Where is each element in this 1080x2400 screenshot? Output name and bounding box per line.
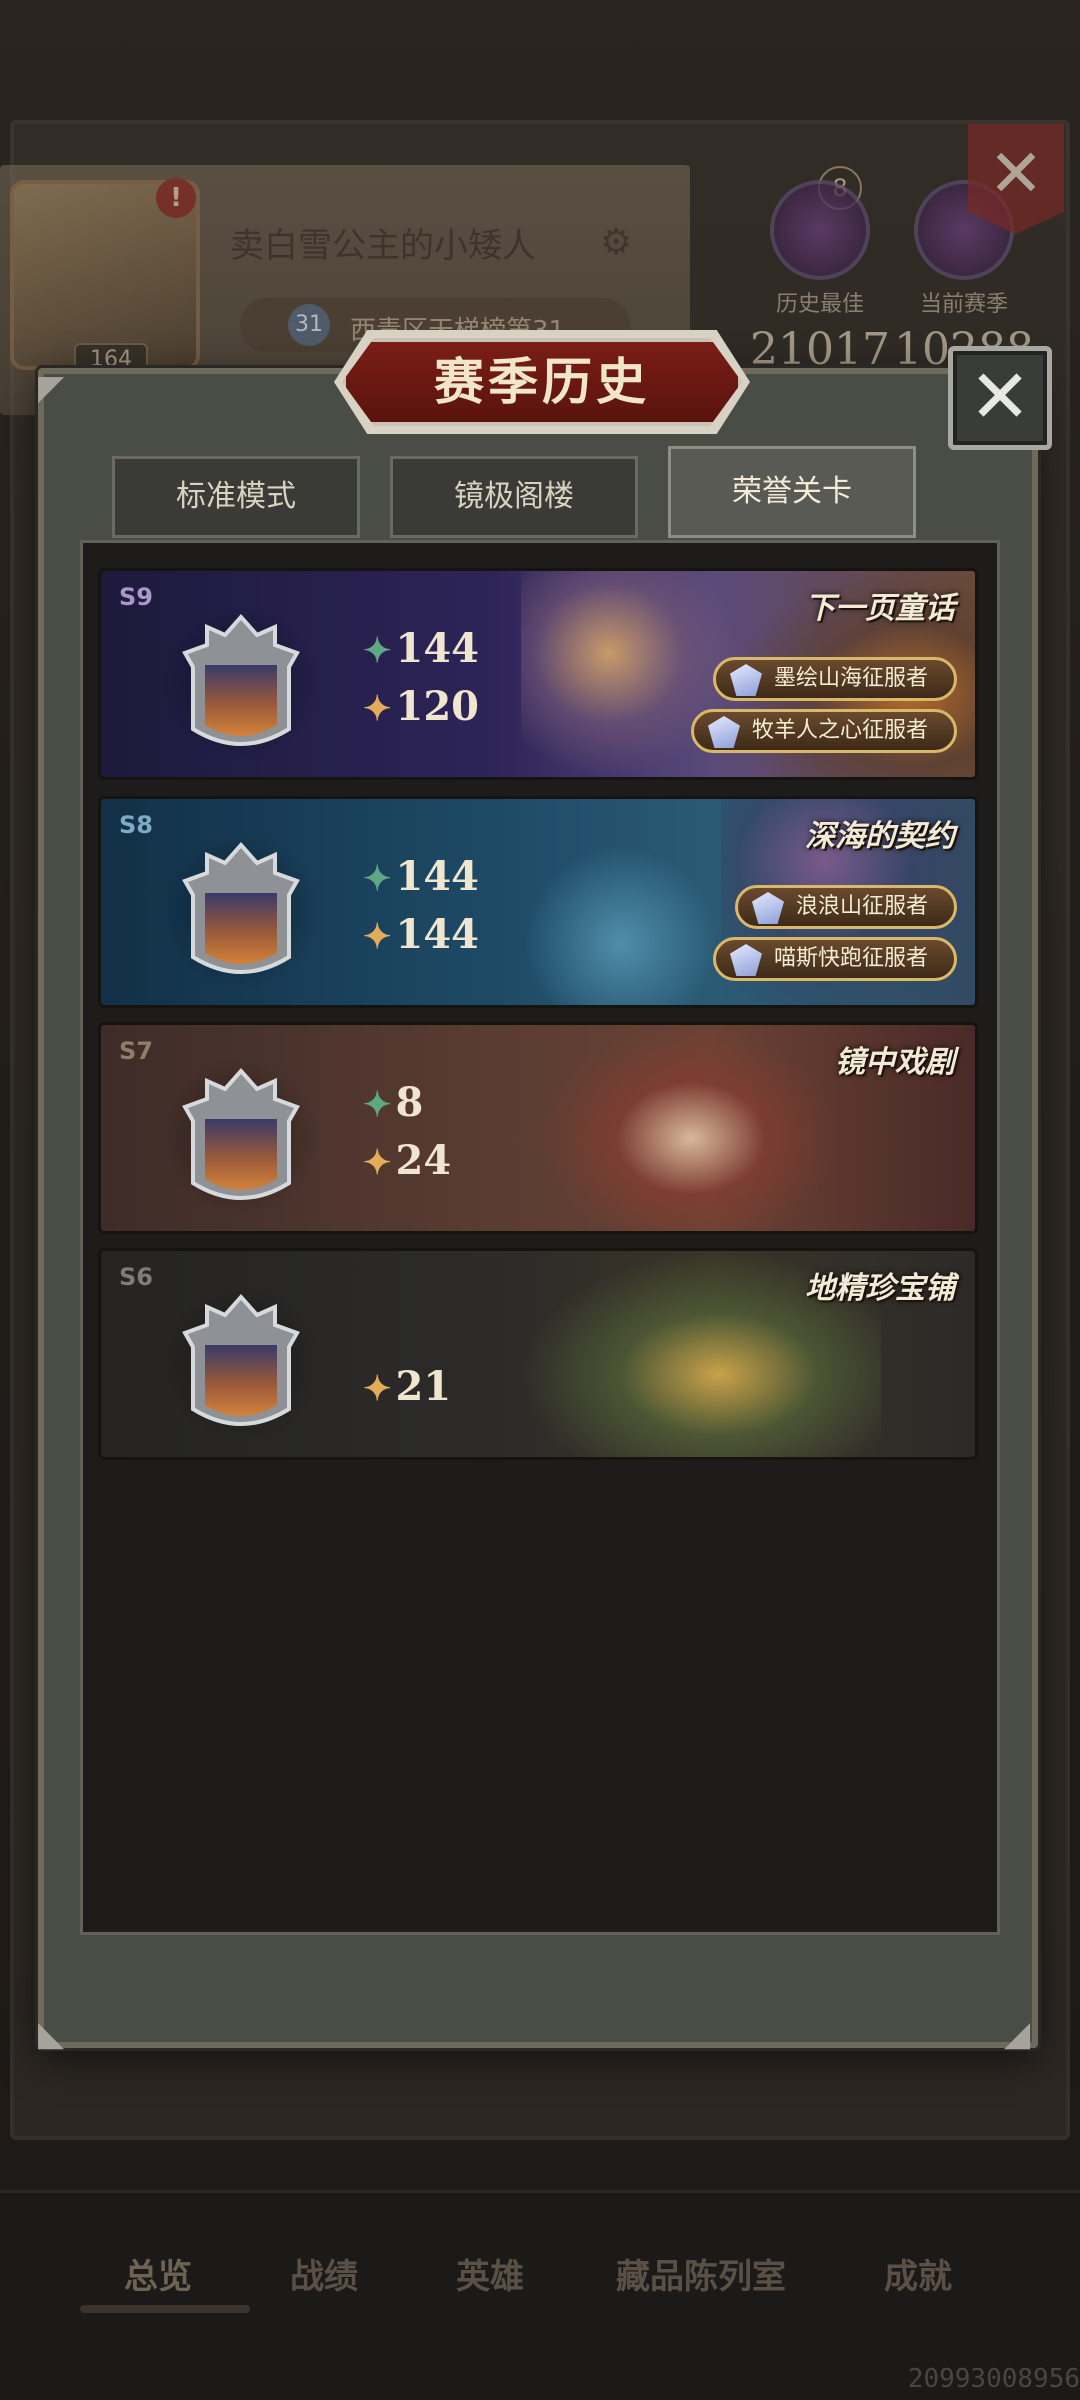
corner-ornament-icon: ◣ [38,2014,65,2054]
stat-green: ✦ 8 [363,1079,424,1126]
season-card-s6[interactable]: S6 ✦ 21 地精珍宝铺 [98,1248,978,1460]
rank-shield-icon [182,1067,300,1200]
gear-icon[interactable]: ⚙ [600,222,632,263]
stat-green: ✦ 144 [363,625,479,672]
rank-shield-icon [182,613,300,746]
sparkle-green-icon: ✦ [363,631,392,671]
user-id: 20993008956 [907,2364,1080,2394]
sparkle-green-icon: ✦ [363,859,392,899]
bottom-nav: 总览 战绩 英雄 藏品陈列室 成就 [0,2190,1080,2340]
gem-icon [729,944,762,976]
sparkle-gold-icon: ✦ [363,917,392,957]
corner-ornament-icon: ◤ [38,368,65,408]
gem-icon [707,716,740,748]
modal-close-button[interactable]: ✕ [948,346,1052,450]
sparkle-gold-icon: ✦ [363,1143,392,1183]
achievement-badge: 浪浪山征服者 [734,885,957,929]
alert-badge: ! [156,178,196,218]
history-best-stat: 历史最佳 21017 [740,150,900,375]
season-name: 镜中戏剧 [835,1045,955,1080]
nav-item-achievements[interactable]: 成就 [884,2249,952,2298]
season-id: S9 [119,583,153,611]
gem-icon [751,892,784,924]
rank-shield-icon [182,841,300,974]
nav-item-collection[interactable]: 藏品陈列室 [616,2249,786,2298]
tab-mirror-attic[interactable]: 镜极阁楼 [390,456,638,538]
avatar[interactable]: ! 164 [10,178,200,376]
season-id: S6 [119,1263,153,1291]
nav-item-heroes[interactable]: 英雄 [456,2249,524,2298]
rank-emblem-icon [770,180,870,280]
sparkle-green-icon: ✦ [363,1085,392,1125]
sparkle-gold-icon: ✦ [363,689,392,729]
season-name: 下一页童话 [805,591,955,626]
tab-honor-stage[interactable]: 荣誉关卡 [668,446,916,538]
season-card-s7[interactable]: S7 ✦ 8 ✦ 24 镜中戏剧 [98,1022,978,1234]
tab-standard-mode[interactable]: 标准模式 [112,456,360,538]
rank-shield-icon [182,1293,300,1426]
corner-ornament-icon: ◢ [1004,2014,1031,2054]
username: 卖白雪公主的小矮人 [230,226,536,266]
nav-item-records[interactable]: 战绩 [290,2249,358,2298]
season-id: S7 [119,1037,153,1065]
rank-number: 31 [288,304,330,346]
achievement-badge: 喵斯快跑征服者 [712,937,957,981]
nav-active-indicator [80,2305,250,2313]
stat-gold: ✦ 120 [363,683,479,730]
stat-gold: ✦ 24 [363,1137,452,1184]
gem-icon [729,664,762,696]
modal-title: 赛季历史 [434,352,650,411]
achievement-badge: 墨绘山海征服者 [712,657,957,701]
stat-green: ✦ 144 [363,853,479,900]
stat-gold: ✦ 21 [363,1363,452,1410]
season-name: 深海的契约 [805,819,955,854]
season-name: 地精珍宝铺 [805,1271,955,1306]
season-artwork [541,1025,841,1231]
season-card-s8[interactable]: S8 ✦ 144 ✦ 144 深海的契约 浪浪山征服者 喵斯快跑征服者 [98,796,978,1008]
stat-label: 当前赛季 [919,292,1008,317]
season-card-s9[interactable]: S9 ✦ 144 ✦ 120 下一页童话 墨绘山海征服者 牧羊人之心征服者 [98,568,978,780]
season-id: S8 [119,811,153,839]
nav-item-overview[interactable]: 总览 [124,2249,192,2298]
achievement-badge: 牧羊人之心征服者 [690,709,957,753]
profile-close-button[interactable]: ✕ [968,124,1064,234]
stat-label: 历史最佳 [775,292,864,317]
stat-gold: ✦ 144 [363,911,479,958]
sparkle-gold-icon: ✦ [363,1369,392,1409]
season-artwork [521,799,721,1005]
